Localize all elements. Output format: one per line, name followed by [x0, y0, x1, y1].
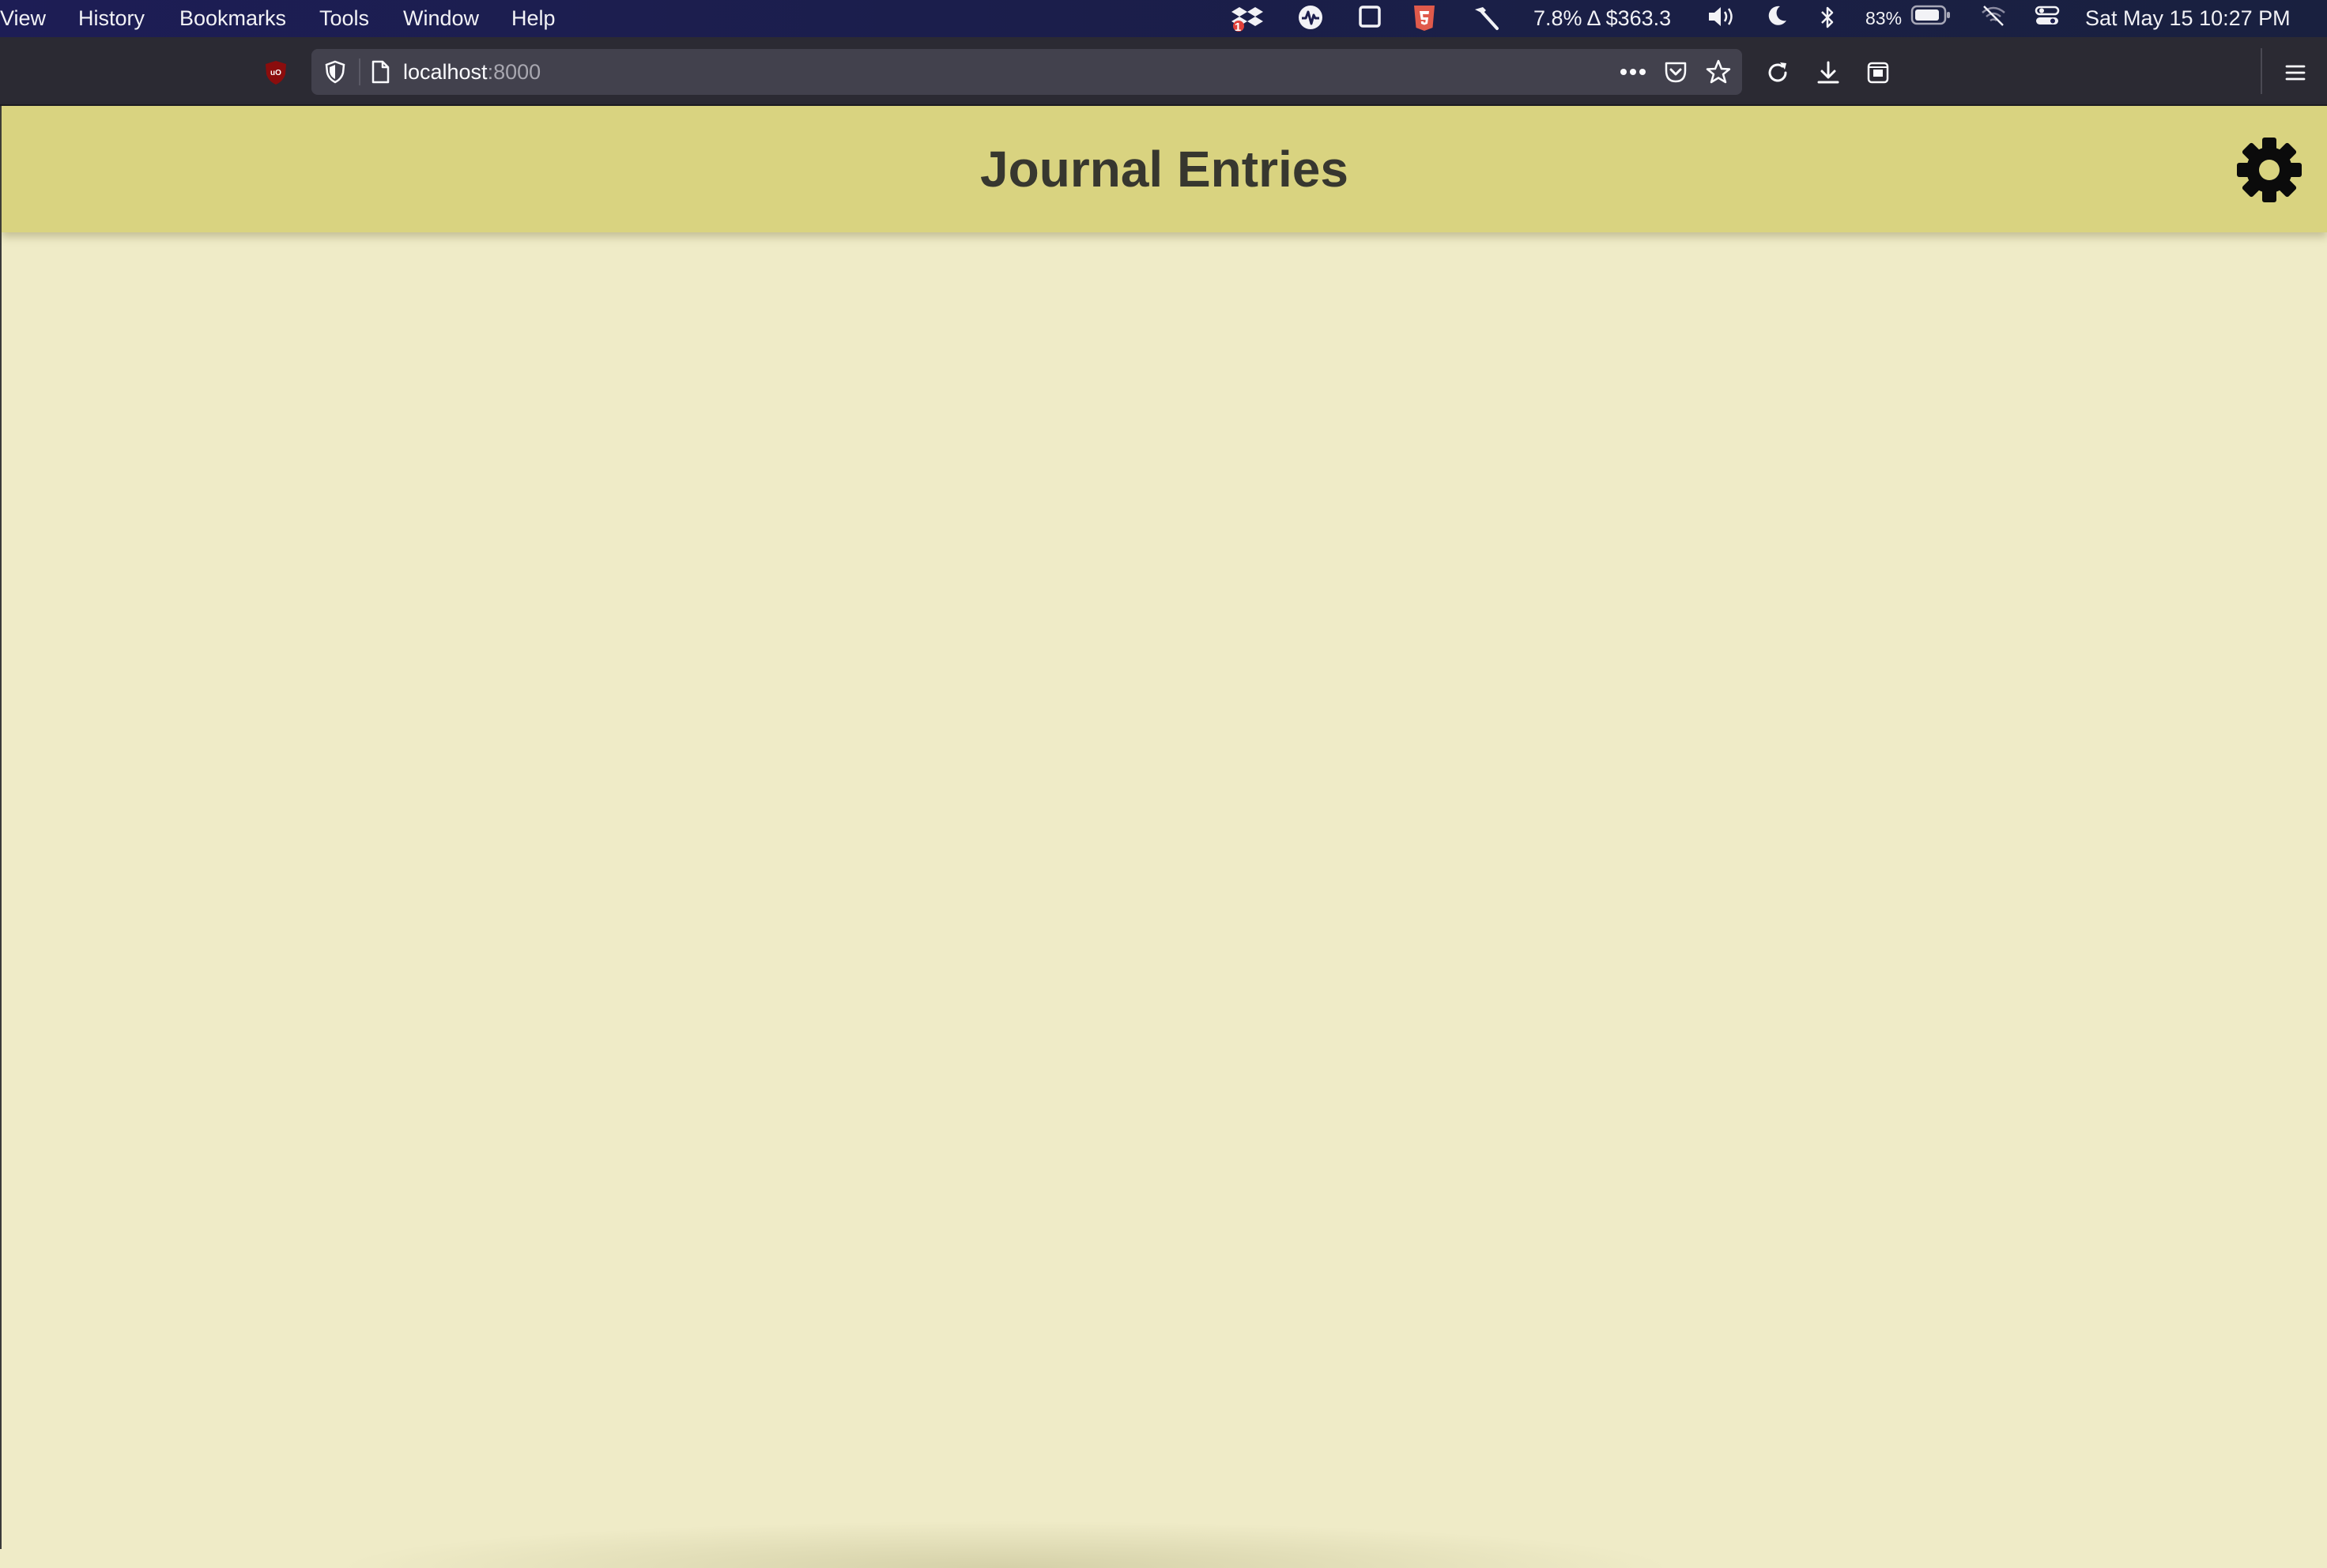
- svg-text:uO: uO: [270, 69, 281, 77]
- url-divider: [359, 58, 360, 85]
- moon-icon[interactable]: [1764, 5, 1790, 27]
- url-host: localhost: [403, 60, 488, 84]
- page-icon: [368, 59, 392, 85]
- tracking-shield-icon[interactable]: [322, 59, 348, 85]
- hammer-icon[interactable]: [1470, 5, 1502, 32]
- hamburger-menu-icon[interactable]: [2281, 58, 2310, 87]
- html5-icon[interactable]: [1411, 5, 1438, 32]
- stock-ticker[interactable]: 7.8% Δ $363.3: [1533, 5, 1671, 32]
- control-center-icon[interactable]: [2034, 5, 2061, 27]
- menu-help[interactable]: Help: [511, 6, 556, 30]
- toolbar-divider: [2261, 48, 2262, 94]
- menu-tools[interactable]: Tools: [319, 6, 369, 30]
- menubar-datetime[interactable]: Sat May 15 10:27 PM: [2085, 5, 2291, 32]
- browser-toolbar: uO localhost:8000: [0, 37, 2327, 106]
- battery-icon[interactable]: [1910, 5, 1952, 25]
- reload-icon[interactable]: [1762, 57, 1793, 89]
- menu-window[interactable]: Window: [403, 6, 479, 30]
- menu-view[interactable]: View: [0, 6, 46, 30]
- pocket-icon[interactable]: [1661, 58, 1690, 85]
- menu-bookmarks[interactable]: Bookmarks: [179, 6, 286, 30]
- macos-menu-bar: View History Bookmarks Tools Window Help…: [0, 0, 2327, 37]
- window-icon[interactable]: [1356, 5, 1383, 28]
- url-port: :8000: [487, 60, 541, 84]
- bookmark-star-icon[interactable]: [1704, 58, 1733, 86]
- battery-percent: 83%: [1865, 8, 1903, 28]
- more-dots-icon[interactable]: [1617, 58, 1649, 85]
- download-icon[interactable]: [1812, 57, 1844, 89]
- menu-history[interactable]: History: [78, 6, 145, 30]
- activity-monitor-icon[interactable]: [1296, 5, 1325, 30]
- page-viewport: Journal Entries: [0, 106, 2327, 1568]
- page-title: Journal Entries: [980, 141, 1348, 198]
- content-shadow: [334, 1521, 1677, 1568]
- volume-icon[interactable]: [1706, 5, 1739, 28]
- wifi-off-icon[interactable]: [1980, 5, 2007, 27]
- bluetooth-icon[interactable]: [1816, 5, 1839, 30]
- gear-icon: [2235, 138, 2303, 207]
- app-header: Journal Entries: [2, 106, 2327, 232]
- url-bar[interactable]: localhost:8000: [311, 49, 1742, 95]
- settings-button[interactable]: [2235, 136, 2303, 204]
- url-text[interactable]: localhost:8000: [403, 49, 541, 95]
- ublock-icon[interactable]: uO: [262, 59, 289, 86]
- extension-icon[interactable]: [1862, 57, 1894, 89]
